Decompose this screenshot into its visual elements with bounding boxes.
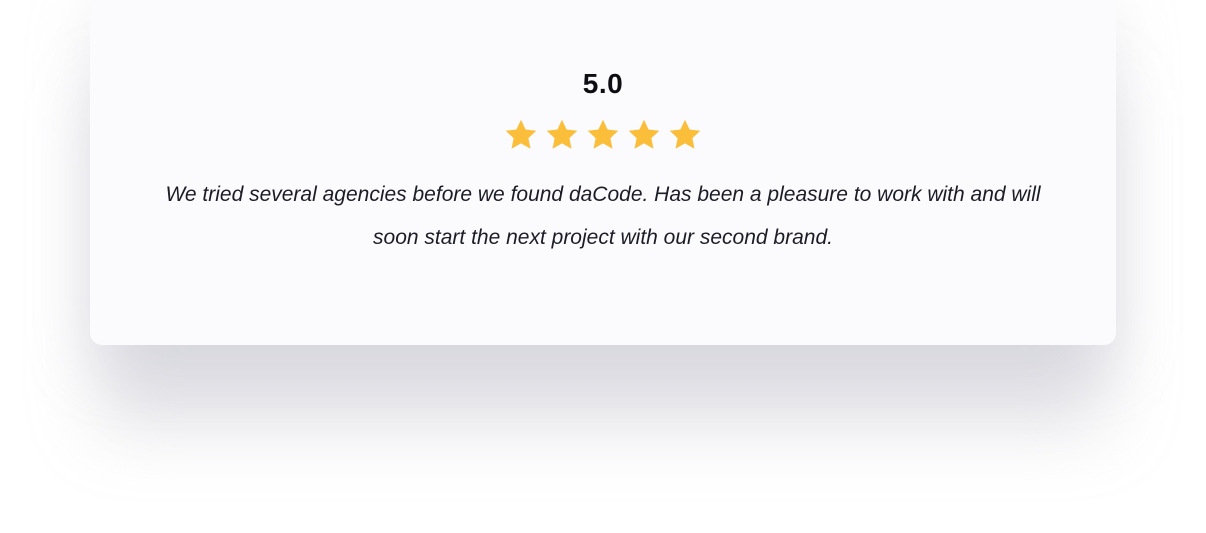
rating-value: 5.0 — [582, 68, 624, 99]
star-icon — [628, 119, 660, 149]
review-card: 5.0 We tried several agencies before we … — [90, 0, 1116, 345]
review-quote: We tried several agencies before we foun… — [165, 183, 1041, 249]
star-icon — [669, 119, 701, 149]
star-icon — [546, 119, 578, 149]
page: 5.0 We tried several agencies before we … — [0, 0, 1206, 533]
star-icon — [587, 119, 619, 149]
star-rating — [90, 117, 1116, 153]
star-icon — [505, 119, 537, 149]
